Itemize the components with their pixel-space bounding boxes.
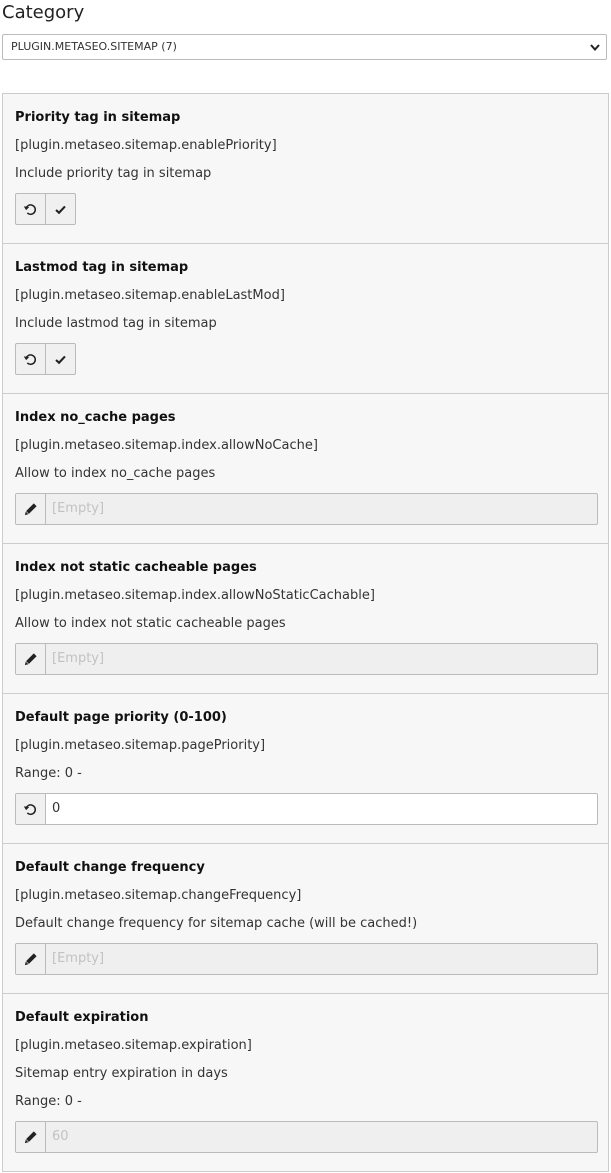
reset-button[interactable] [16, 344, 45, 374]
setting-input: [Empty] [15, 943, 598, 975]
setting-key: [plugin.metaseo.sitemap.changeFrequency] [15, 888, 302, 903]
setting-key: [plugin.metaseo.sitemap.expiration] [15, 1038, 252, 1053]
enable-button[interactable] [45, 194, 75, 224]
setting-description: Allow to index no_cache pages [15, 466, 216, 481]
enable-button[interactable] [45, 344, 75, 374]
pencil-icon [24, 652, 38, 666]
setting-key: [plugin.metaseo.sitemap.pagePriority] [15, 738, 266, 753]
setting-input: [Empty] [15, 493, 598, 525]
edit-button[interactable] [16, 644, 46, 674]
checkmark-icon [54, 203, 67, 216]
setting-key: [plugin.metaseo.sitemap.enablePriority] [15, 138, 277, 153]
setting-input: 60 [15, 1121, 598, 1153]
reset-button[interactable] [16, 794, 46, 824]
toggle-button-group [15, 193, 76, 225]
page-priority-input[interactable]: 0 [46, 794, 597, 824]
setting-allow-no-static-cachable: Index not static cacheable pages [plugin… [3, 544, 608, 694]
setting-page-priority: Default page priority (0-100) [plugin.me… [3, 694, 608, 844]
setting-description: Allow to index not static cacheable page… [15, 616, 286, 631]
setting-enable-lastmod: Lastmod tag in sitemap [plugin.metaseo.s… [3, 244, 608, 394]
setting-key: [plugin.metaseo.sitemap.index.allowNoSta… [15, 588, 375, 603]
chevron-down-icon [590, 42, 600, 52]
category-select[interactable]: PLUGIN.METASEO.SITEMAP (7) [2, 34, 607, 60]
settings-panel: Priority tag in sitemap [plugin.metaseo.… [2, 93, 609, 1172]
setting-title: Lastmod tag in sitemap [15, 260, 189, 275]
undo-icon [23, 802, 38, 817]
setting-change-frequency: Default change frequency [plugin.metaseo… [3, 844, 608, 994]
setting-title: Index no_cache pages [15, 410, 176, 425]
setting-title: Index not static cacheable pages [15, 560, 257, 575]
setting-allow-no-cache: Index no_cache pages [plugin.metaseo.sit… [3, 394, 608, 544]
setting-expiration: Default expiration [plugin.metaseo.sitem… [3, 994, 608, 1171]
setting-range: Range: 0 - [15, 1094, 82, 1109]
setting-title: Priority tag in sitemap [15, 110, 181, 125]
setting-key: [plugin.metaseo.sitemap.enableLastMod] [15, 288, 285, 303]
setting-input: [Empty] [15, 643, 598, 675]
setting-value: [Empty] [52, 651, 105, 666]
setting-description: Default change frequency for sitemap cac… [15, 916, 418, 931]
reset-button[interactable] [16, 194, 45, 224]
setting-title: Default expiration [15, 1010, 149, 1025]
edit-button[interactable] [16, 494, 46, 524]
setting-value: 60 [52, 1129, 69, 1144]
setting-title: Default change frequency [15, 860, 205, 875]
category-label: Category [2, 2, 85, 23]
setting-value: [Empty] [52, 951, 105, 966]
setting-range: Range: 0 - [15, 766, 82, 781]
edit-button[interactable] [16, 944, 46, 974]
setting-description: Sitemap entry expiration in days [15, 1066, 228, 1081]
setting-description: Include lastmod tag in sitemap [15, 316, 217, 331]
toggle-button-group [15, 343, 76, 375]
setting-input[interactable]: 0 [15, 793, 598, 825]
edit-button[interactable] [16, 1122, 46, 1152]
pencil-icon [24, 502, 38, 516]
setting-key: [plugin.metaseo.sitemap.index.allowNoCac… [15, 438, 318, 453]
setting-description: Include priority tag in sitemap [15, 166, 212, 181]
setting-enable-priority: Priority tag in sitemap [plugin.metaseo.… [3, 94, 608, 244]
undo-icon [23, 202, 38, 217]
pencil-icon [24, 1130, 38, 1144]
checkmark-icon [54, 353, 67, 366]
pencil-icon [24, 952, 38, 966]
setting-value: [Empty] [52, 501, 105, 516]
setting-title: Default page priority (0-100) [15, 710, 227, 725]
undo-icon [23, 352, 38, 367]
category-select-value: PLUGIN.METASEO.SITEMAP (7) [11, 40, 177, 53]
